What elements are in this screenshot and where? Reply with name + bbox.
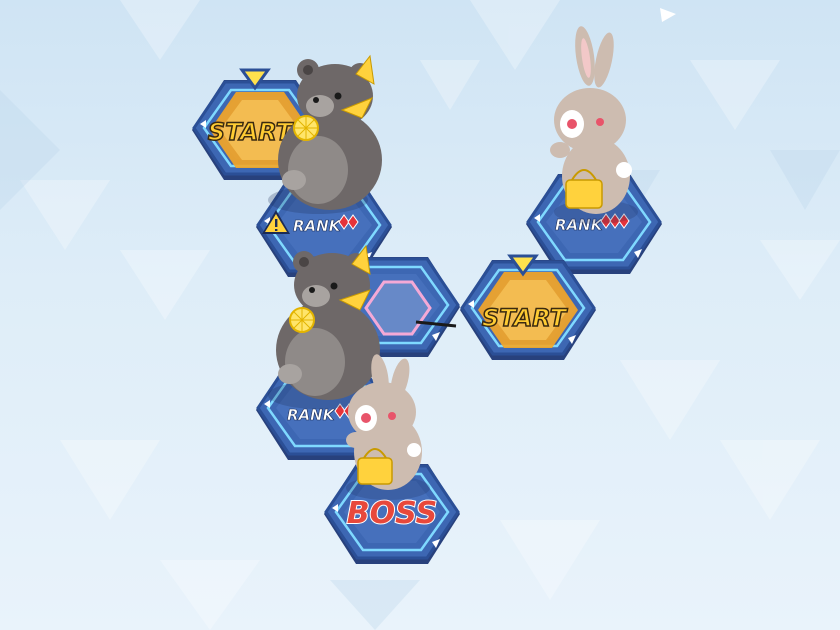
stage-map-board: START START RANK RANK RANK BOSS — [190, 8, 676, 566]
start-label-left: START — [208, 118, 294, 146]
rank-label-1: RANK — [293, 217, 342, 235]
bear-plush-1[interactable] — [268, 54, 382, 214]
corner-arrow-icon — [660, 8, 676, 22]
boss-label: BOSS — [347, 496, 438, 531]
start-label-right: START — [482, 304, 568, 332]
